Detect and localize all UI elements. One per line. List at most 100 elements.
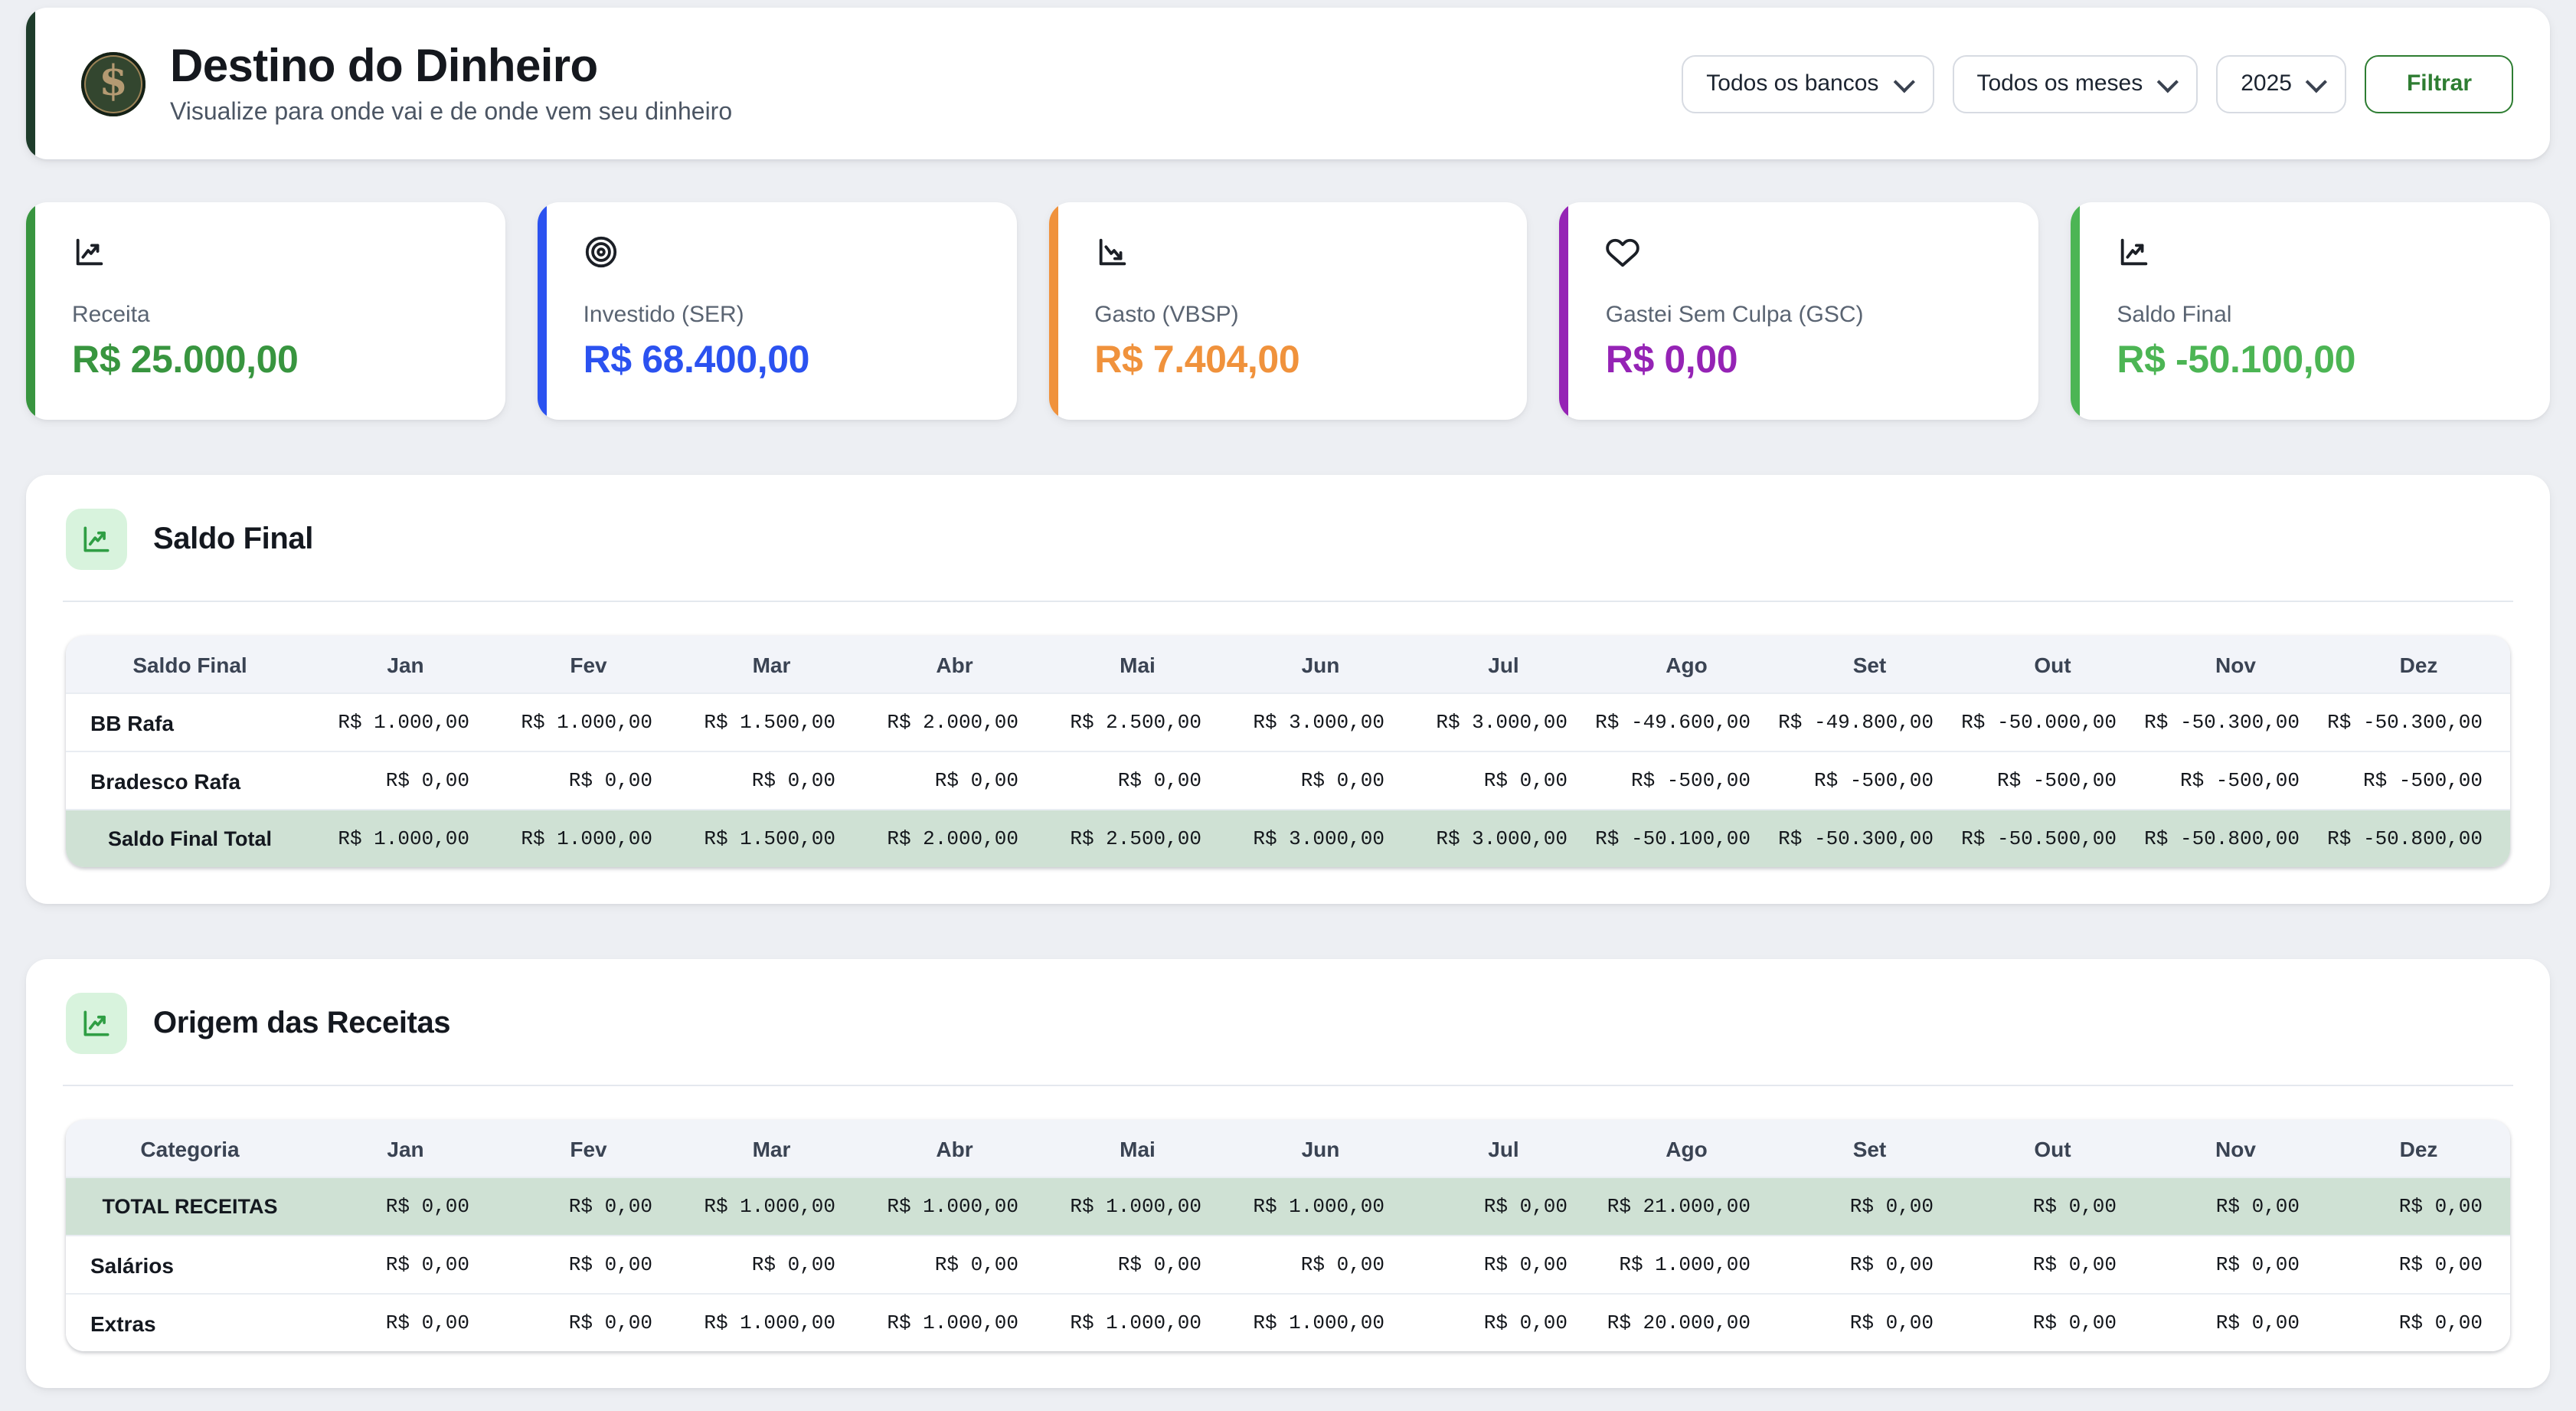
cell-value: R$ 0,00	[1412, 1177, 1595, 1236]
cell-value: R$ 2.000,00	[863, 810, 1046, 867]
month-header: Set	[1778, 636, 1961, 693]
saldo-final-section: Saldo Final Saldo Final JanFevMarAbrMaiJ…	[26, 475, 2550, 904]
cell-value: R$ 0,00	[2144, 1177, 2327, 1236]
page-subtitle: Visualize para onde vai e de onde vem se…	[170, 99, 732, 126]
filter-bar: Todos os bancos Todos os meses 2025 Filt…	[1682, 54, 2550, 113]
table-header-row: Categoria JanFevMarAbrMaiJunJulAgoSetOut…	[66, 1120, 2510, 1177]
page-header: $ Destino do Dinheiro Visualize para ond…	[26, 8, 2550, 159]
table-row: Bradesco RafaR$ 0,00R$ 0,00R$ 0,00R$ 0,0…	[66, 751, 2510, 810]
month-header: Out	[1961, 636, 2144, 693]
trending-up-icon	[2117, 234, 2152, 270]
cell-value: R$ 1.000,00	[1046, 1177, 1229, 1236]
row-label: Saldo Final Total	[66, 810, 314, 867]
table-row: SaláriosR$ 0,00R$ 0,00R$ 0,00R$ 0,00R$ 0…	[66, 1236, 2510, 1294]
cell-value: R$ 0,00	[497, 1236, 680, 1294]
cell-value: R$ -500,00	[2327, 751, 2510, 810]
cell-value: R$ 1.000,00	[680, 1177, 863, 1236]
stat-cards-row: Receita R$ 25.000,00 Investido (SER) R$ …	[26, 202, 2550, 420]
month-header: Out	[1961, 1120, 2144, 1177]
chevron-down-icon	[2157, 70, 2179, 92]
stat-value: R$ -50.100,00	[2117, 339, 2513, 383]
cell-value: R$ 1.000,00	[314, 810, 497, 867]
cell-value: R$ 0,00	[1412, 1294, 1595, 1351]
cell-value: R$ 3.000,00	[1229, 810, 1412, 867]
cell-value: R$ 1.000,00	[497, 810, 680, 867]
section-title: Saldo Final	[153, 522, 313, 557]
cell-value: R$ -50.300,00	[2144, 693, 2327, 751]
cell-value: R$ -500,00	[1778, 751, 1961, 810]
cell-value: R$ 3.000,00	[1229, 693, 1412, 751]
cell-value: R$ 0,00	[314, 1236, 497, 1294]
dashboard-page: $ Destino do Dinheiro Visualize para ond…	[0, 8, 2576, 1411]
cell-value: R$ -50.800,00	[2327, 810, 2510, 867]
row-label: Salários	[66, 1236, 314, 1294]
month-filter-value: Todos os meses	[1976, 70, 2143, 97]
divider	[63, 1085, 2513, 1086]
cell-value: R$ 1.000,00	[1595, 1236, 1778, 1294]
month-header: Jun	[1229, 1120, 1412, 1177]
bank-filter-select[interactable]: Todos os bancos	[1682, 54, 1934, 113]
month-header: Ago	[1595, 636, 1778, 693]
cell-value: R$ 1.000,00	[1229, 1294, 1412, 1351]
cell-value: R$ 0,00	[1046, 751, 1229, 810]
cell-value: R$ 0,00	[497, 751, 680, 810]
stat-value: R$ 68.400,00	[584, 339, 980, 383]
cell-value: R$ 0,00	[1412, 1236, 1595, 1294]
month-header: Fev	[497, 636, 680, 693]
origem-receitas-section: Origem das Receitas Categoria JanFevMarA…	[26, 959, 2550, 1388]
cell-value: R$ 1.500,00	[680, 810, 863, 867]
bank-filter-value: Todos os bancos	[1706, 70, 1878, 97]
cell-value: R$ 2.500,00	[1046, 810, 1229, 867]
cell-value: R$ 2.000,00	[863, 693, 1046, 751]
cell-value: R$ 0,00	[2327, 1294, 2510, 1351]
month-header: Dez	[2327, 636, 2510, 693]
cell-value: R$ -49.800,00	[1778, 693, 1961, 751]
stat-value: R$ 0,00	[1606, 339, 2002, 383]
cell-value: R$ -50.100,00	[1595, 810, 1778, 867]
month-header: Set	[1778, 1120, 1961, 1177]
month-header: Mai	[1046, 636, 1229, 693]
month-header: Nov	[2144, 1120, 2327, 1177]
trending-up-icon	[72, 234, 107, 270]
stat-value: R$ 25.000,00	[72, 339, 469, 383]
cell-value: R$ 0,00	[680, 751, 863, 810]
cell-value: R$ 0,00	[2144, 1294, 2327, 1351]
cell-value: R$ -500,00	[1595, 751, 1778, 810]
cell-value: R$ 3.000,00	[1412, 810, 1595, 867]
filtrar-button[interactable]: Filtrar	[2365, 54, 2513, 113]
stat-label: Gastei Sem Culpa (GSC)	[1606, 302, 2002, 328]
row-label: Bradesco Rafa	[66, 751, 314, 810]
cell-value: R$ 20.000,00	[1595, 1294, 1778, 1351]
stat-value: R$ 7.404,00	[1094, 339, 1491, 383]
cell-value: R$ -500,00	[1961, 751, 2144, 810]
month-header: Fev	[497, 1120, 680, 1177]
stat-label: Receita	[72, 302, 469, 328]
month-header: Jun	[1229, 636, 1412, 693]
year-filter-select[interactable]: 2025	[2216, 54, 2347, 113]
dollar-logo-icon: $	[99, 61, 128, 103]
month-header: Mar	[680, 636, 863, 693]
cell-value: R$ 0,00	[1046, 1236, 1229, 1294]
first-column-header: Saldo Final	[66, 636, 314, 693]
cell-value: R$ 1.000,00	[863, 1177, 1046, 1236]
cell-value: R$ 0,00	[2327, 1236, 2510, 1294]
cell-value: R$ 1.500,00	[680, 693, 863, 751]
cell-value: R$ -50.300,00	[1778, 810, 1961, 867]
cell-value: R$ 0,00	[1961, 1177, 2144, 1236]
table-row: Saldo Final TotalR$ 1.000,00R$ 1.000,00R…	[66, 810, 2510, 867]
cell-value: R$ 0,00	[1778, 1294, 1961, 1351]
saldo-final-table: Saldo Final JanFevMarAbrMaiJunJulAgoSetO…	[66, 636, 2510, 867]
cell-value: R$ 0,00	[863, 1236, 1046, 1294]
cell-value: R$ 1.000,00	[680, 1294, 863, 1351]
month-header: Nov	[2144, 636, 2327, 693]
cell-value: R$ 0,00	[2327, 1177, 2510, 1236]
cell-value: R$ 1.000,00	[497, 693, 680, 751]
month-filter-select[interactable]: Todos os meses	[1952, 54, 2198, 113]
row-label: Extras	[66, 1294, 314, 1351]
chevron-down-icon	[2306, 70, 2328, 92]
stat-label: Gasto (VBSP)	[1094, 302, 1491, 328]
cell-value: R$ 0,00	[1229, 1236, 1412, 1294]
table-row: TOTAL RECEITASR$ 0,00R$ 0,00R$ 1.000,00R…	[66, 1177, 2510, 1236]
stat-card-receita: Receita R$ 25.000,00	[26, 202, 505, 420]
cell-value: R$ -50.000,00	[1961, 693, 2144, 751]
